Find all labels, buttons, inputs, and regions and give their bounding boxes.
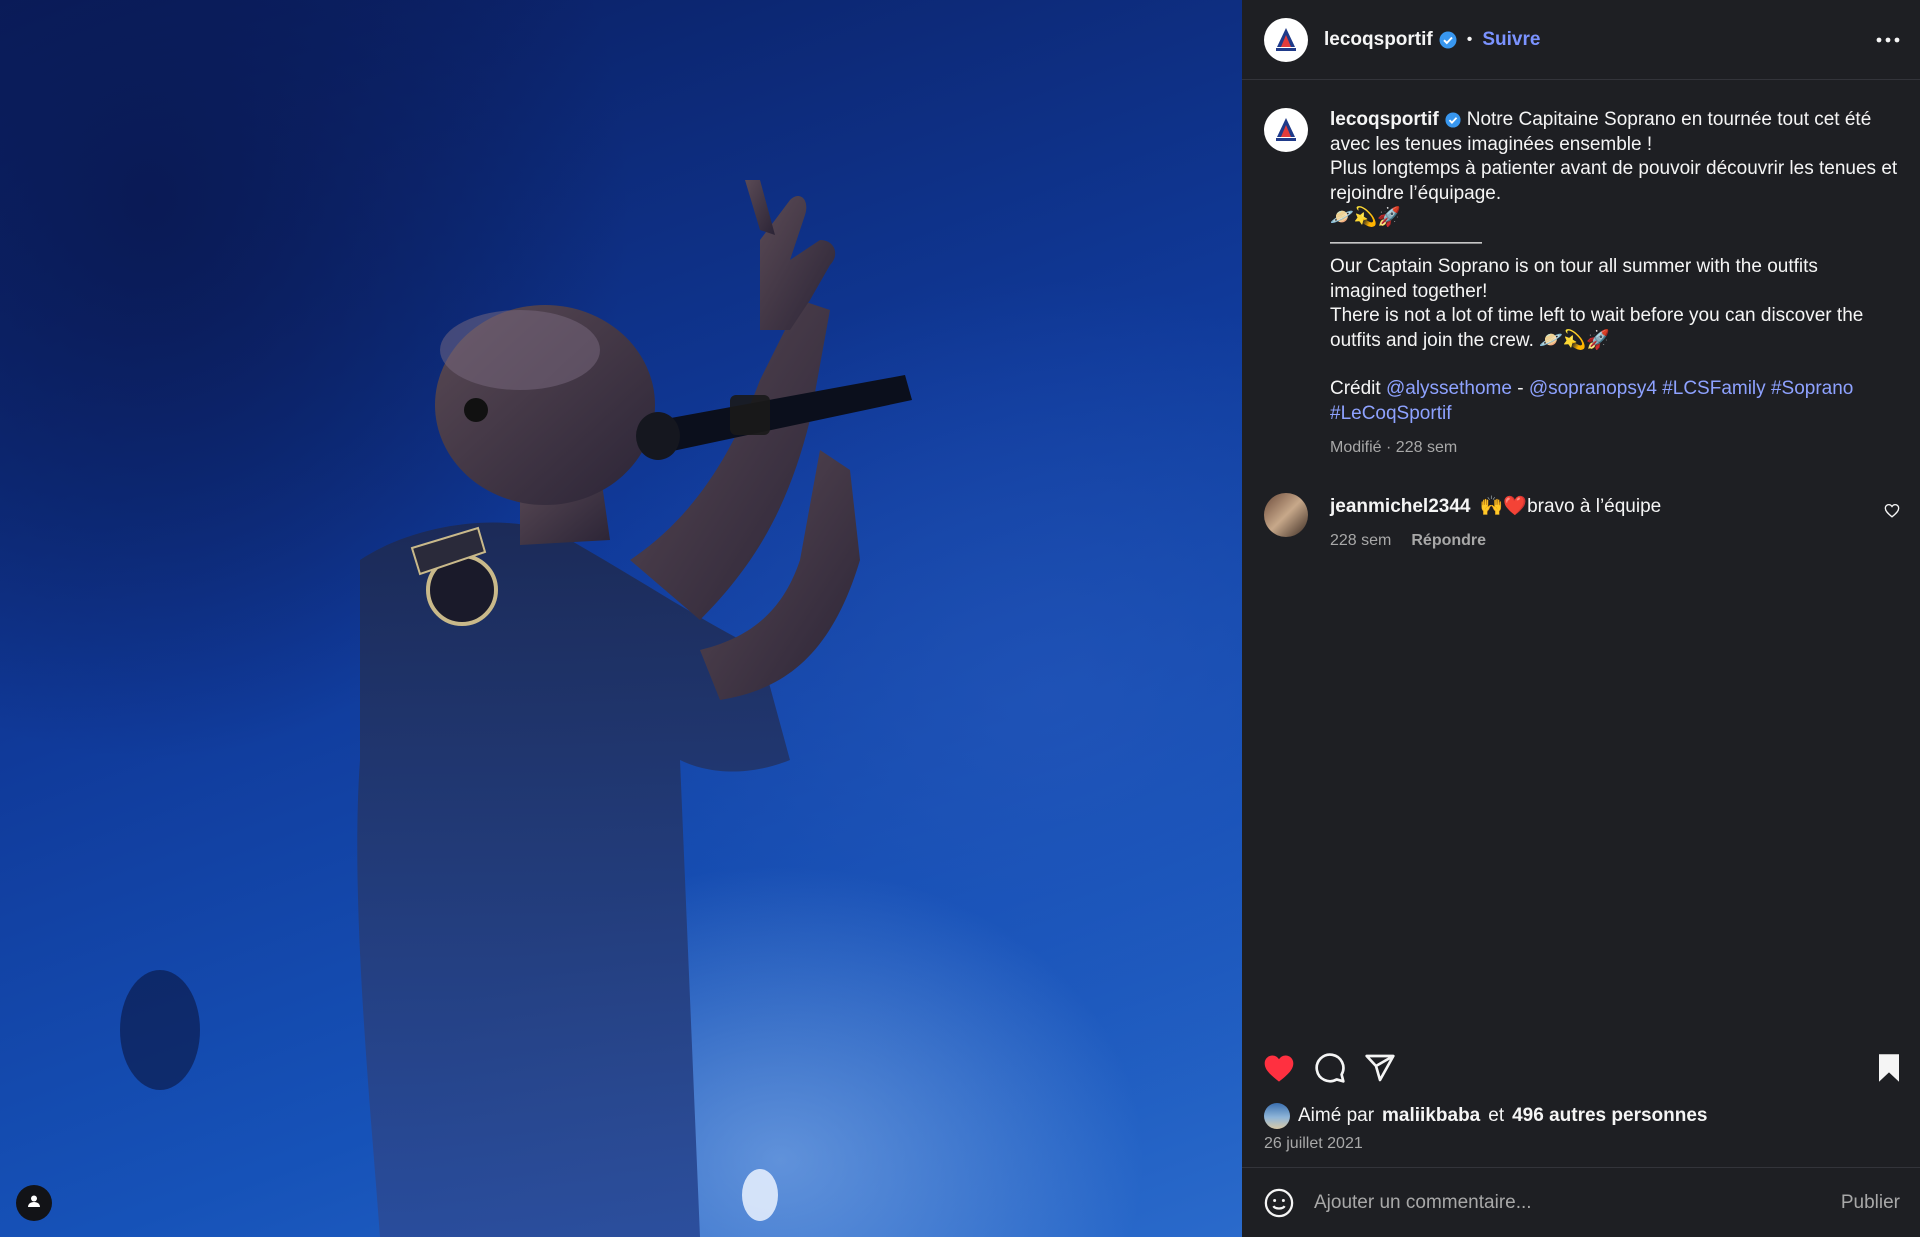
- author-avatar[interactable]: [1264, 17, 1308, 62]
- likes-summary: Aimé par maliikbaba et 496 autres person…: [1242, 1103, 1920, 1129]
- caption-text: lecoqsportif Notre Capitaine Soprano en t…: [1330, 108, 1900, 461]
- brand-logo-icon: [1276, 27, 1296, 51]
- mention-link[interactable]: @sopranopsy4: [1529, 378, 1657, 399]
- publish-button[interactable]: Publier: [1841, 1192, 1900, 1214]
- commenter-avatar[interactable]: [1264, 492, 1308, 537]
- performer-illustration: [120, 180, 912, 1237]
- reply-button[interactable]: Répondre: [1411, 529, 1486, 554]
- user-tag-button[interactable]: [16, 1185, 52, 1221]
- commenter-username[interactable]: jeanmichel2344: [1330, 496, 1470, 517]
- hashtag-link[interactable]: #LeCoqSportif: [1330, 403, 1451, 424]
- post-side-panel: lecoqsportif • Suivre lecoqsportif Notre…: [1242, 0, 1920, 1237]
- caption-meta: Modifié · 228 sem: [1330, 439, 1458, 456]
- add-comment-bar: Publier: [1242, 1167, 1920, 1237]
- hashtag-link[interactable]: #Soprano: [1771, 378, 1853, 399]
- follow-button[interactable]: Suivre: [1482, 29, 1540, 51]
- caption-line-4: There is not a lot of time left to wait …: [1330, 305, 1864, 351]
- comment-body: jeanmichel2344 🙌❤️bravo à l’équipe 228 s…: [1330, 493, 1862, 554]
- credit-dash: -: [1517, 378, 1524, 399]
- bookmark-filled-icon[interactable]: [1876, 1053, 1902, 1083]
- caption-avatar[interactable]: [1264, 108, 1308, 152]
- liker-avatar[interactable]: [1264, 1103, 1290, 1129]
- caption-username[interactable]: lecoqsportif: [1330, 109, 1439, 130]
- post-actions: [1242, 1033, 1920, 1103]
- likes-count-link[interactable]: 496 autres personnes: [1512, 1105, 1707, 1127]
- user-tag-icon: [27, 1194, 41, 1213]
- author-username[interactable]: lecoqsportif: [1324, 29, 1433, 51]
- caption-line-2: Plus longtemps à patienter avant de pouv…: [1330, 158, 1898, 204]
- comment-icon[interactable]: [1314, 1052, 1346, 1084]
- comment-item: jeanmichel2344 🙌❤️bravo à l’équipe 228 s…: [1264, 492, 1900, 554]
- comment-like-icon[interactable]: [1884, 493, 1900, 523]
- mention-link[interactable]: @alyssethome: [1386, 378, 1512, 399]
- verified-badge-icon: [1445, 112, 1461, 128]
- emoji-icon[interactable]: [1264, 1188, 1294, 1218]
- post-date: 26 juillet 2021: [1264, 1135, 1363, 1152]
- post-dialog: lecoqsportif • Suivre lecoqsportif Notre…: [0, 0, 1920, 1237]
- brand-logo-icon: [1276, 118, 1296, 141]
- likes-prefix: Aimé par: [1298, 1105, 1375, 1126]
- credit-label: Crédit: [1330, 378, 1381, 399]
- send-icon[interactable]: [1364, 1053, 1396, 1083]
- heart-filled-icon[interactable]: [1262, 1053, 1296, 1083]
- comment-meta: 228 sem Répondre: [1330, 529, 1862, 554]
- post-header: lecoqsportif • Suivre: [1242, 0, 1920, 80]
- comments-section: lecoqsportif Notre Capitaine Soprano en t…: [1242, 80, 1920, 1033]
- liker-username[interactable]: maliikbaba: [1382, 1105, 1480, 1127]
- caption-divider: ————————: [1330, 231, 1482, 253]
- hashtag-link[interactable]: #LCSFamily: [1662, 378, 1765, 399]
- caption-credit: Crédit @alyssethome - @sopranopsy4 #LCSF…: [1330, 377, 1900, 426]
- header-separator: •: [1466, 30, 1473, 48]
- verified-badge-icon: [1439, 31, 1457, 49]
- caption-emoji: 🪐💫🚀: [1330, 207, 1401, 228]
- comment-time: 228 sem: [1330, 532, 1392, 549]
- comment-input[interactable]: [1312, 1190, 1823, 1215]
- likes-middle: et: [1488, 1105, 1505, 1126]
- caption-line-3: Our Captain Soprano is on tour all summe…: [1330, 256, 1818, 302]
- comment-text: 🙌❤️bravo à l’équipe: [1479, 495, 1662, 517]
- more-horizontal-icon[interactable]: [1876, 37, 1900, 43]
- caption-entry: lecoqsportif Notre Capitaine Soprano en t…: [1264, 108, 1900, 461]
- post-photo[interactable]: [0, 0, 1242, 1237]
